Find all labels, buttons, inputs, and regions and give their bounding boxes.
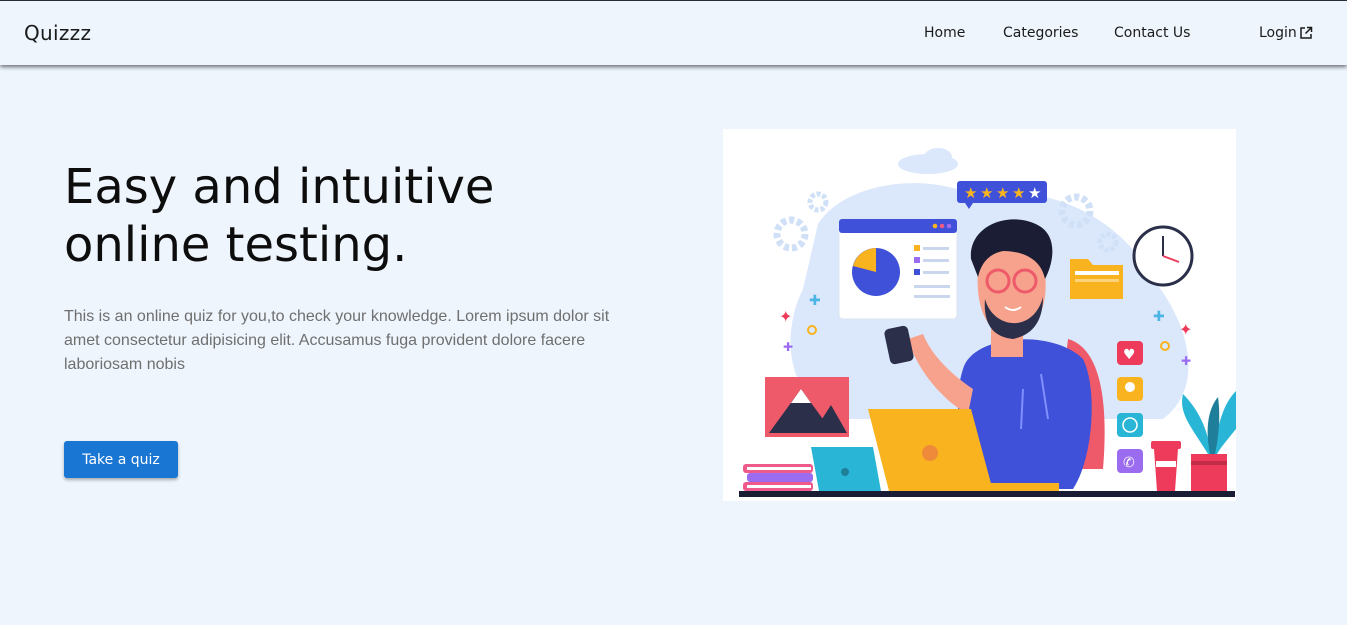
svg-text:★: ★ bbox=[1012, 184, 1025, 202]
hero-title-line-1: Easy and intuitive bbox=[64, 159, 495, 215]
nav-link-contact-us[interactable]: Contact Us bbox=[1114, 25, 1190, 41]
svg-text:★: ★ bbox=[1028, 184, 1041, 202]
desk bbox=[739, 491, 1235, 497]
hero-illustration: ★ ★ ★ ★ ★ ✦ ✚ ✚ ✚ ✦ ✚ ♥ ✆ bbox=[723, 129, 1236, 501]
svg-text:✚: ✚ bbox=[783, 340, 793, 354]
svg-text:✚: ✚ bbox=[1181, 354, 1191, 368]
login-label: Login bbox=[1259, 25, 1297, 41]
clock-icon bbox=[1132, 225, 1194, 287]
image-icon bbox=[765, 377, 849, 437]
svg-text:✆: ✆ bbox=[1123, 455, 1135, 471]
globe-icon bbox=[1117, 413, 1143, 437]
coffee-cup-icon bbox=[1151, 441, 1181, 491]
folder-icon bbox=[1070, 259, 1123, 299]
hero-title: Easy and intuitive online testing. bbox=[64, 158, 624, 274]
svg-text:★: ★ bbox=[964, 184, 977, 202]
nav-link-home[interactable]: Home bbox=[924, 25, 965, 41]
nav-link-categories[interactable]: Categories bbox=[1003, 25, 1078, 41]
svg-text:✚: ✚ bbox=[809, 293, 821, 309]
take-quiz-button[interactable]: Take a quiz bbox=[64, 441, 178, 478]
hero-title-line-2: online testing. bbox=[64, 217, 408, 273]
dashboard-window-icon bbox=[838, 218, 958, 320]
svg-text:♥: ♥ bbox=[1123, 347, 1136, 363]
svg-text:✦: ✦ bbox=[779, 307, 792, 326]
hero-description: This is an online quiz for you,to check … bbox=[64, 308, 610, 373]
books-icon bbox=[743, 464, 813, 491]
brand-logo[interactable]: Quizzz bbox=[24, 21, 91, 45]
svg-text:★: ★ bbox=[980, 184, 993, 202]
nav-link-login[interactable]: Login bbox=[1259, 25, 1313, 41]
svg-text:✦: ✦ bbox=[1179, 320, 1192, 339]
external-link-icon bbox=[1300, 26, 1313, 39]
illustration-svg: ★ ★ ★ ★ ★ ✦ ✚ ✚ ✚ ✦ ✚ ♥ ✆ bbox=[739, 148, 1236, 497]
svg-text:★: ★ bbox=[996, 184, 1009, 202]
navbar: Quizzz Home Categories Contact Us Login bbox=[0, 1, 1347, 65]
plant-icon bbox=[1182, 391, 1236, 491]
svg-text:✚: ✚ bbox=[1153, 309, 1165, 325]
